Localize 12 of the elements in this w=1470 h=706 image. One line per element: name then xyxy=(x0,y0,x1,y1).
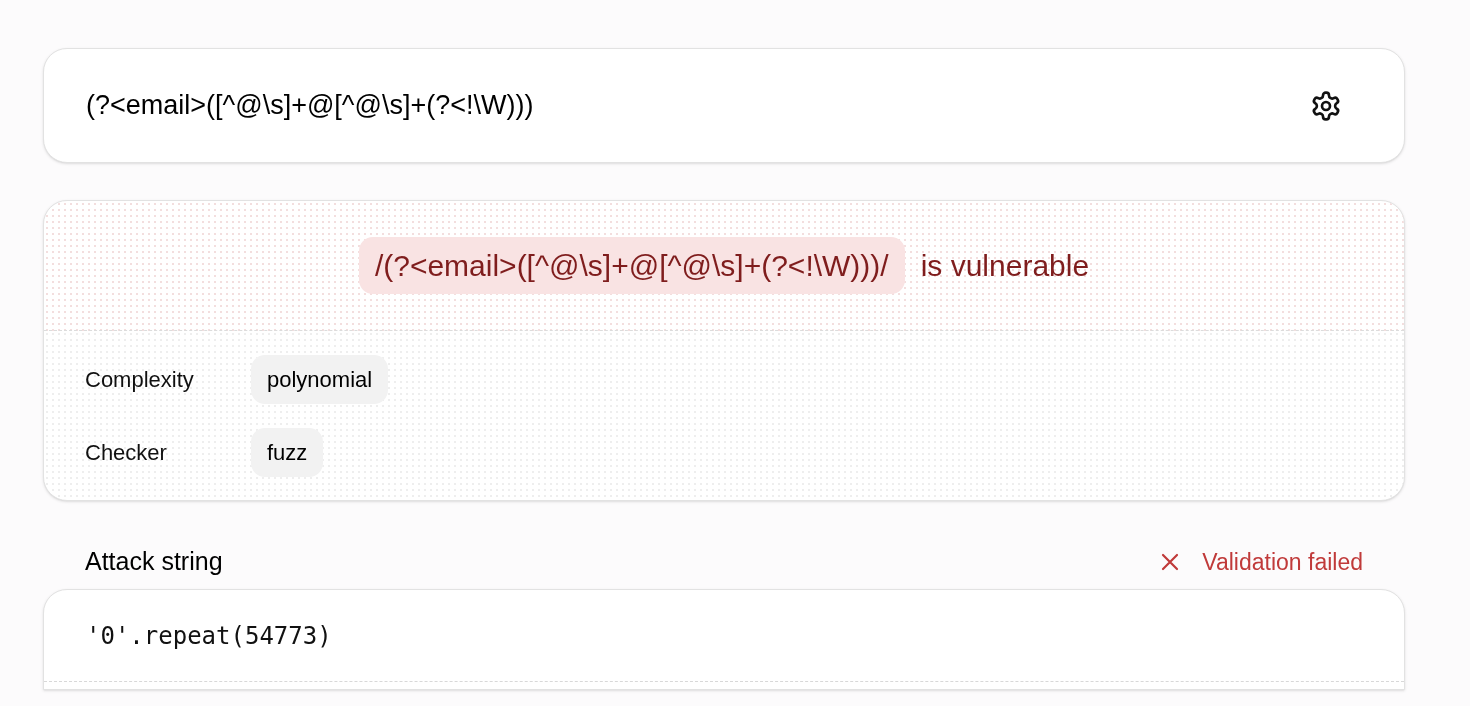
detail-value: fuzz xyxy=(251,427,324,477)
pattern-input[interactable]: (?<email>([^@\s]+@[^@\s]+(?<!\W))) xyxy=(86,85,1310,126)
detail-value: polynomial xyxy=(251,354,389,404)
detail-label: Checker xyxy=(85,438,168,467)
attack-code: '0'.repeat(54773) xyxy=(86,620,332,652)
pattern-badge: /(?<email>([^@\s]+@[^@\s]+(?<!\W)))/ xyxy=(358,237,905,294)
section-title: Attack string xyxy=(85,546,223,578)
settings-icon[interactable] xyxy=(1310,89,1342,122)
detail-label: Complexity xyxy=(85,365,195,394)
pattern-field[interactable]: (?<email>([^@\s]+@[^@\s]+(?<!\W))) xyxy=(43,48,1405,163)
validation-status: Validation failed xyxy=(1202,547,1363,577)
verdict-text: is vulnerable xyxy=(920,248,1090,284)
